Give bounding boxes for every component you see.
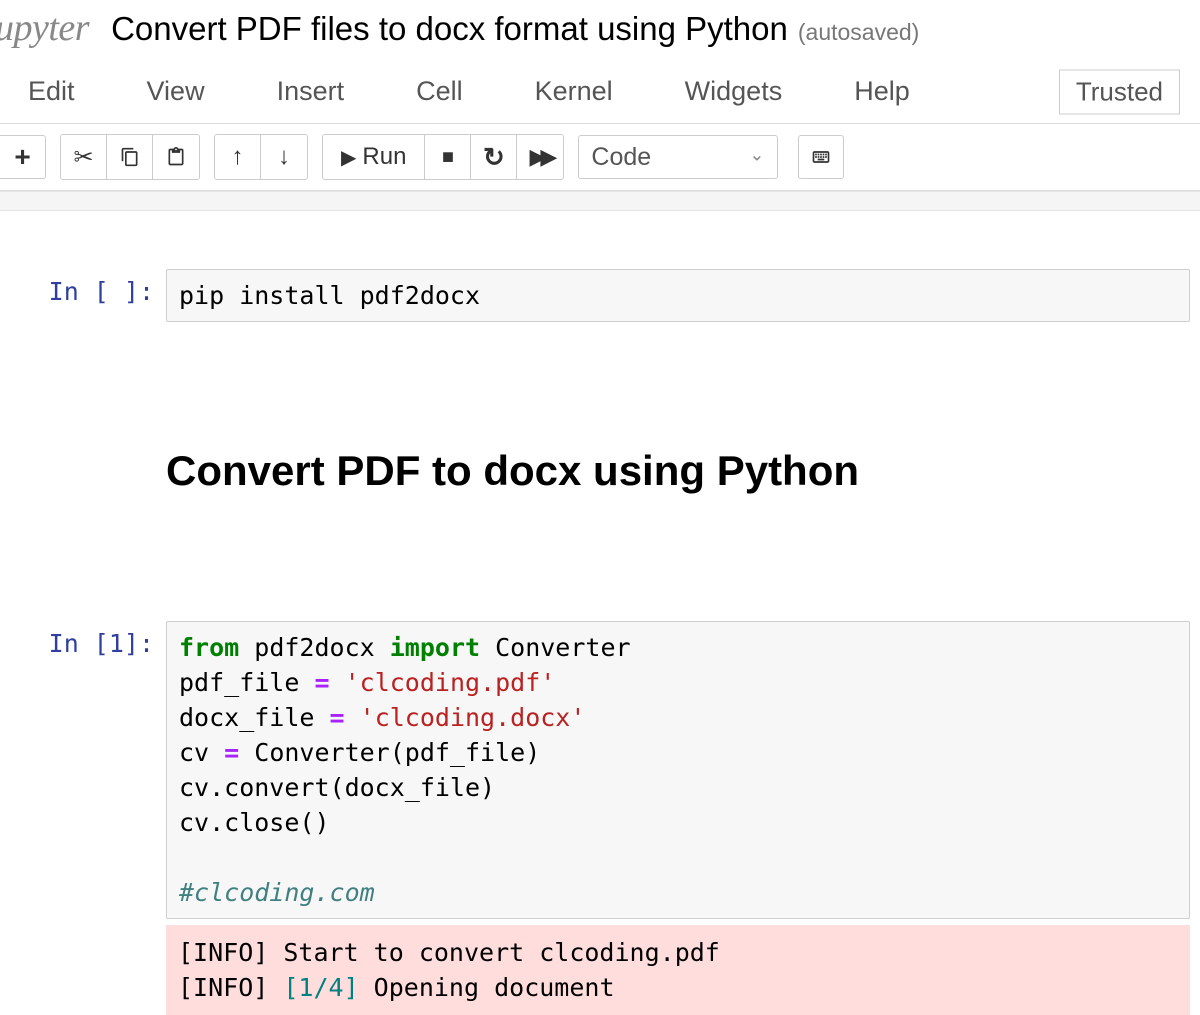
run-group: ▶ Run ■ ↻ ▶▶ — [322, 134, 564, 180]
restart-button[interactable]: ↻ — [471, 135, 517, 179]
menu-edit[interactable]: Edit — [22, 66, 81, 117]
menu-cell[interactable]: Cell — [410, 66, 469, 117]
code-cell[interactable]: In [ ]: pip install pdf2docx — [0, 269, 1200, 322]
move-down-button[interactable]: ↓ — [261, 135, 307, 179]
code-output: [INFO] Start to convert clcoding.pdf [IN… — [166, 925, 1190, 1015]
menu-help[interactable]: Help — [848, 66, 916, 117]
plus-icon: + — [14, 141, 30, 173]
move-up-button[interactable]: ↑ — [215, 135, 261, 179]
markdown-heading: Convert PDF to docx using Python — [166, 442, 1190, 501]
scissors-icon: ✂ — [73, 143, 93, 172]
copy-icon — [120, 147, 140, 167]
code-input[interactable]: from pdf2docx import Converter pdf_file … — [166, 621, 1190, 919]
restart-run-all-button[interactable]: ▶▶ — [517, 135, 563, 179]
play-icon: ▶ — [341, 145, 356, 170]
run-button[interactable]: ▶ Run — [323, 135, 425, 179]
fast-forward-icon: ▶▶ — [530, 144, 552, 170]
insert-cell-below-button[interactable]: + — [0, 135, 46, 179]
run-label: Run — [362, 143, 406, 171]
arrow-up-icon: ↑ — [232, 143, 244, 171]
move-group: ↑ ↓ — [214, 134, 308, 180]
menu-view[interactable]: View — [141, 66, 211, 117]
cut-copy-paste-group: ✂ — [60, 134, 200, 180]
menu-insert[interactable]: Insert — [271, 66, 351, 117]
code-cell[interactable]: In [1]: from pdf2docx import Converter p… — [0, 621, 1200, 1015]
input-prompt — [34, 372, 166, 380]
command-palette-button[interactable] — [798, 135, 844, 179]
copy-button[interactable] — [107, 135, 153, 179]
menu-widgets[interactable]: Widgets — [679, 66, 789, 117]
trusted-badge[interactable]: Trusted — [1059, 69, 1180, 114]
autosaved-label: (autosaved) — [798, 19, 919, 46]
jupyter-logo[interactable]: upyter — [0, 6, 89, 50]
toolbar: + ✂ ↑ ↓ ▶ Run ■ ↻ ▶▶ — [0, 124, 1200, 191]
toolbar-separator — [0, 191, 1200, 211]
restart-icon: ↻ — [483, 142, 505, 173]
notebook-area: In [ ]: pip install pdf2docx Convert PDF… — [0, 211, 1200, 1015]
cell-type-select-wrap: Code ⌄ — [578, 135, 778, 179]
paste-button[interactable] — [153, 135, 199, 179]
code-input[interactable]: pip install pdf2docx — [166, 269, 1190, 322]
menubar: Edit View Insert Cell Kernel Widgets Hel… — [0, 60, 1200, 124]
paste-icon — [166, 147, 186, 167]
cell-type-select[interactable]: Code — [578, 135, 778, 179]
markdown-cell[interactable]: Convert PDF to docx using Python — [0, 372, 1200, 571]
keyboard-icon — [811, 147, 831, 167]
stop-icon: ■ — [442, 146, 454, 169]
notebook-title[interactable]: Convert PDF files to docx format using P… — [111, 10, 788, 48]
input-prompt: In [1]: — [34, 621, 166, 658]
interrupt-button[interactable]: ■ — [425, 135, 471, 179]
arrow-down-icon: ↓ — [278, 143, 290, 171]
input-prompt: In [ ]: — [34, 269, 166, 306]
menu-kernel[interactable]: Kernel — [529, 66, 619, 117]
cut-button[interactable]: ✂ — [61, 135, 107, 179]
header: upyter Convert PDF files to docx format … — [0, 0, 1200, 60]
